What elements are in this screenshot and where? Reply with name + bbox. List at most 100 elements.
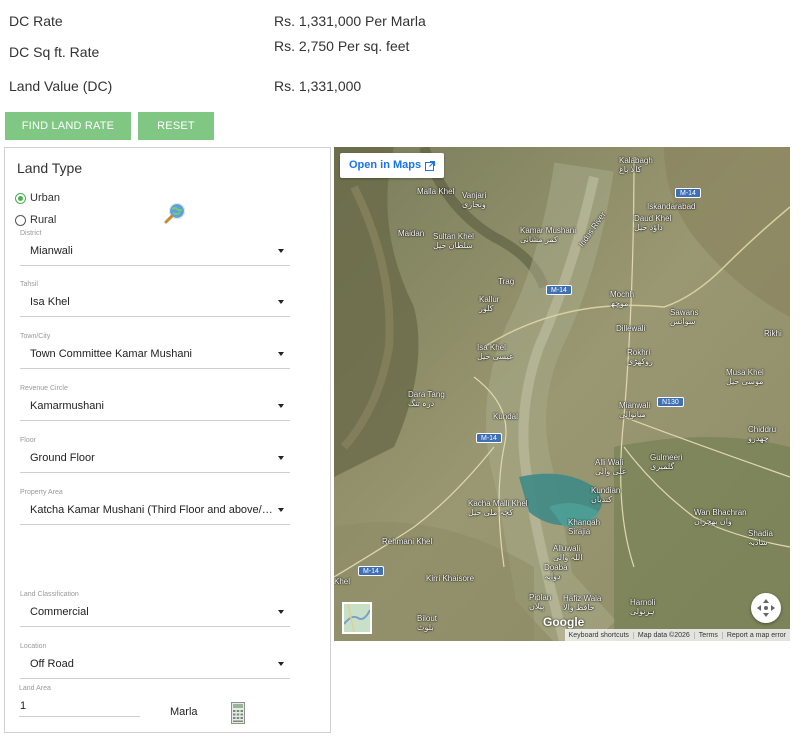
floor-select[interactable]: Ground Floor (30, 447, 275, 469)
location-label: Location (20, 643, 47, 650)
map-attribution: Keyboard shortcuts Map data ©2026 Terms … (564, 629, 790, 641)
map-label: Vanjari ونجاری (462, 191, 487, 209)
map-label: Kirri Khaisore (426, 574, 475, 583)
radio-urban[interactable]: Urban (15, 192, 60, 204)
map-label: Harnoli ہرنولی (630, 598, 656, 616)
town-select[interactable]: Town Committee Kamar Mushani (30, 343, 275, 365)
reset-button[interactable]: RESET (138, 112, 214, 140)
highway-shield: M-14 (546, 285, 572, 295)
revenue-circle-label: Revenue Circle (20, 385, 68, 392)
map-label: Rikhi (764, 329, 782, 338)
floor-label: Floor (20, 437, 36, 444)
map-view[interactable]: Open in Maps Kalabagh کالا باغ Malla Khel… (334, 147, 790, 641)
map-label: Kamar Mushani کمر مشانی (520, 226, 577, 244)
tahsil-field[interactable]: Tahsil Isa Khel (20, 281, 290, 317)
calculator-icon[interactable] (231, 702, 245, 724)
map-label: Kallur کلور (479, 295, 500, 313)
land-value-value: Rs. 1,331,000 (274, 78, 362, 94)
map-label: Hafiz Wala حافظ والا (563, 594, 602, 612)
highway-shield: M-14 (476, 433, 502, 443)
location-field[interactable]: Location Off Road (20, 643, 290, 679)
tahsil-label: Tahsil (20, 281, 38, 288)
recenter-button[interactable] (751, 593, 781, 623)
map-label: Dara Tang درہ تنگ (408, 390, 445, 408)
map-label: Kundal (493, 412, 518, 421)
report-map-error-link[interactable]: Report a map error (721, 631, 790, 639)
external-link-icon (425, 160, 436, 171)
map-label: Maidan (398, 229, 425, 238)
map-label: Kalabagh کالا باغ (619, 156, 653, 174)
radio-rural[interactable]: Rural (15, 214, 56, 226)
land-classification-field[interactable]: Land Classification Commercial (20, 591, 290, 627)
map-label: Sawans سوانس (670, 308, 699, 326)
district-select[interactable]: Mianwali (30, 240, 275, 262)
find-land-rate-button[interactable]: FIND LAND RATE (5, 112, 131, 140)
radio-rural-dot[interactable] (15, 214, 26, 226)
map-label: Khanqah Sirajia (568, 518, 601, 536)
map-label: Khel (334, 577, 351, 586)
dc-sqft-label: DC Sq ft. Rate (9, 44, 100, 60)
property-area-select[interactable]: Katcha Kamar Mushani (Third Floor and ab… (30, 499, 275, 521)
town-label: Town/City (20, 333, 51, 340)
chevron-down-icon[interactable] (278, 404, 284, 408)
google-logo: Google (543, 615, 585, 629)
terrain-thumbnail-icon (343, 603, 371, 633)
map-label: Isa Khel عیسی خیل (477, 343, 514, 361)
map-label: Mianwali میانوالی (619, 401, 651, 419)
map-label: Musa Khel موسی خیل (726, 368, 764, 386)
district-label: District (20, 230, 42, 237)
property-area-label: Property Area (20, 489, 63, 496)
highway-shield: M-14 (358, 566, 384, 576)
land-area-unit: Marla (170, 706, 198, 718)
crosshair-icon (757, 599, 775, 617)
revenue-circle-select[interactable]: Kamarmushani (30, 395, 275, 417)
map-label: Gulmeeri گلمیری (650, 453, 683, 471)
terms-link[interactable]: Terms (693, 631, 722, 639)
map-label: Kundian کندیاں (591, 486, 621, 504)
map-label: Wan Bhachran واں بھچراں (694, 508, 747, 526)
keyboard-shortcuts-link[interactable]: Keyboard shortcuts (565, 632, 633, 639)
chevron-down-icon[interactable] (278, 300, 284, 304)
chevron-down-icon[interactable] (278, 352, 284, 356)
district-field[interactable]: District Mianwali (20, 230, 290, 266)
tahsil-select[interactable]: Isa Khel (30, 291, 275, 313)
land-classification-select[interactable]: Commercial (30, 601, 275, 623)
location-select[interactable]: Off Road (30, 653, 275, 675)
revenue-circle-field[interactable]: Revenue Circle Kamarmushani (20, 385, 290, 421)
map-label: Dillewali (616, 324, 646, 333)
town-field[interactable]: Town/City Town Committee Kamar Mushani (20, 333, 290, 369)
chevron-down-icon[interactable] (278, 456, 284, 460)
land-area-input[interactable] (19, 695, 140, 717)
map-label: Rokhri روکھڑی (627, 348, 653, 366)
chevron-down-icon[interactable] (278, 508, 284, 512)
chevron-down-icon[interactable] (278, 249, 284, 253)
map-label: Mochh موچھ (610, 290, 635, 308)
land-area-label: Land Area (19, 685, 51, 692)
highway-shield: M-14 (675, 188, 701, 198)
map-label: Rehmani Khel (382, 537, 433, 546)
property-area-field[interactable]: Property Area Katcha Kamar Mushani (Thir… (20, 489, 290, 525)
map-label: Malla Khel (417, 187, 455, 196)
map-label: Bilout بلوٹ (417, 614, 438, 632)
map-type-thumbnail[interactable] (342, 602, 372, 634)
magnifier-globe-icon[interactable] (163, 201, 187, 225)
land-classification-label: Land Classification (20, 591, 79, 598)
chevron-down-icon[interactable] (278, 610, 284, 614)
radio-urban-dot[interactable] (15, 192, 26, 204)
land-rate-form: Land Type Urban Rural District Mianwali … (4, 147, 331, 733)
map-label: Iskandarabad (647, 202, 696, 211)
open-in-maps-label[interactable]: Open in Maps (349, 153, 421, 178)
map-label: Daud Khel داؤد خیل (634, 214, 672, 232)
floor-field[interactable]: Floor Ground Floor (20, 437, 290, 473)
land-type-title: Land Type (17, 160, 83, 176)
dc-rate-value: Rs. 1,331,000 Per Marla (274, 13, 426, 29)
radio-rural-label: Rural (30, 214, 57, 226)
map-label: Alluwali اللہ والی (553, 544, 583, 562)
radio-urban-label: Urban (30, 192, 60, 204)
open-in-maps-link[interactable]: Open in Maps (340, 153, 445, 178)
map-data-text: Map data ©2026 (632, 631, 694, 639)
chevron-down-icon[interactable] (278, 662, 284, 666)
map-label: Sultan Khel سلطان خیل (433, 232, 474, 250)
dc-rate-label: DC Rate (9, 13, 63, 29)
map-label: Piplan پپلاں (529, 593, 552, 611)
